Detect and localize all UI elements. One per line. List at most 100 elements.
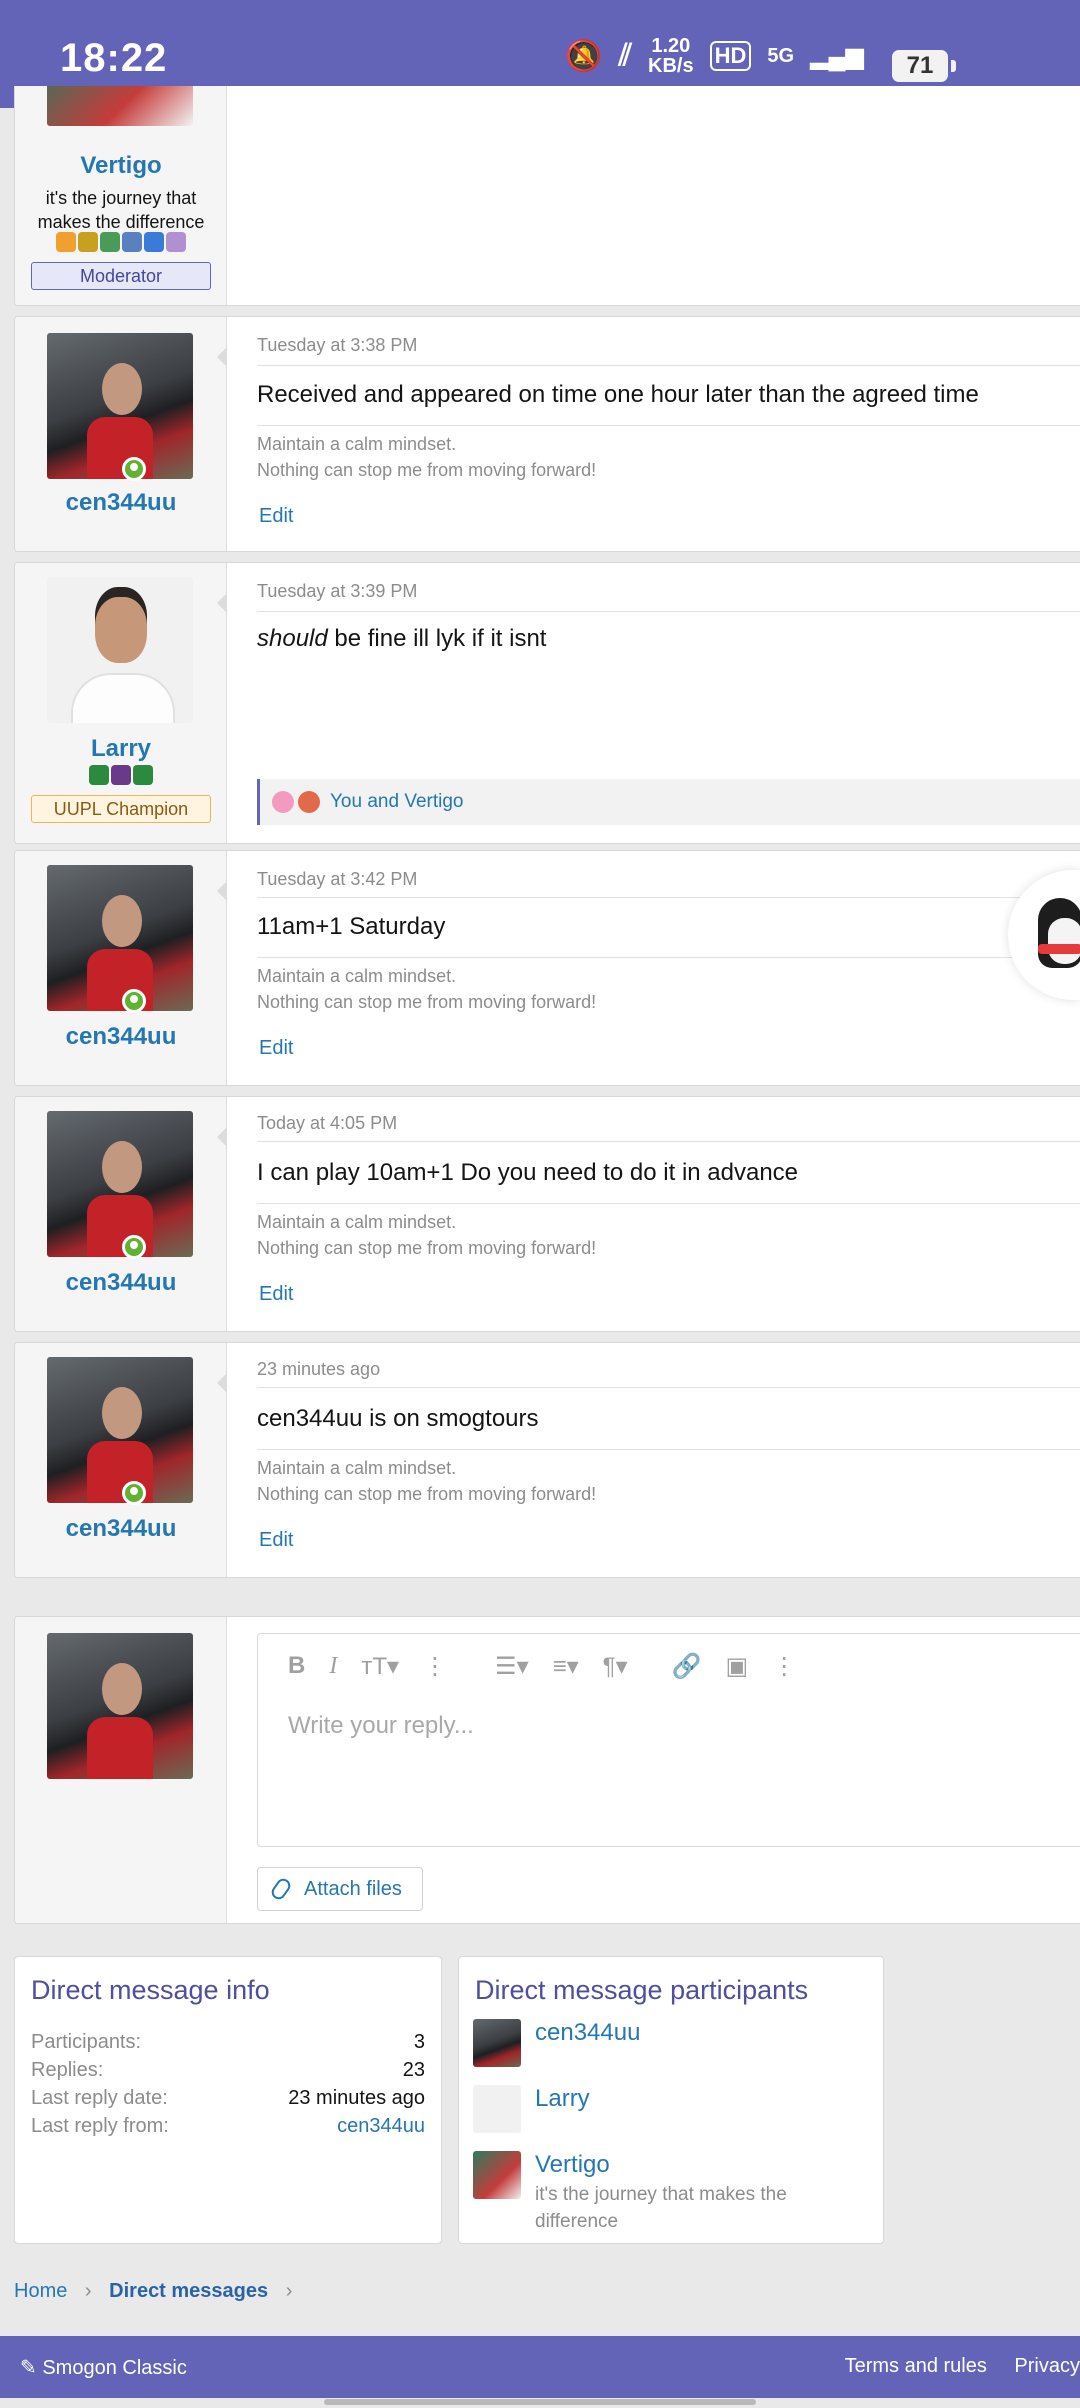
- online-indicator-icon: [122, 1481, 146, 1505]
- style-name: Smogon Classic: [42, 2357, 187, 2379]
- username[interactable]: Larry: [15, 735, 227, 763]
- message-arrow: [217, 593, 227, 613]
- breadcrumb: Home › Direct messages ›: [14, 2280, 304, 2303]
- post-body: cen344uu is on smogtours: [257, 1405, 539, 1432]
- chevron-right-icon: ›: [285, 2280, 293, 2302]
- avatar: [47, 1633, 193, 1779]
- user-badges: [15, 232, 227, 252]
- divider: [257, 1449, 1080, 1450]
- participant-name[interactable]: cen344uu: [535, 2019, 640, 2047]
- post-date[interactable]: Today at 4:05 PM: [257, 1113, 397, 1134]
- breadcrumb-direct-messages[interactable]: Direct messages: [109, 2280, 268, 2302]
- more-options-icon[interactable]: ⋮: [772, 1652, 796, 1681]
- post-message: cen344uu Tuesday at 3:42 PM 11am+1 Satur…: [14, 850, 1080, 1086]
- dm-info-title: Direct message info: [31, 1975, 270, 2005]
- avatar[interactable]: [473, 2151, 521, 2199]
- post-main: Today at 4:05 PM I can play 10am+1 Do yo…: [227, 1097, 1080, 1331]
- editor-toolbar: B I тT▾ ⋮ ☰▾ ≡▾ ¶▾ 🔗 ▣ ⋮: [258, 1634, 1080, 1698]
- edit-link[interactable]: Edit: [259, 505, 293, 528]
- divider: [257, 365, 1080, 366]
- post-user-sidebar: Vertigo it's the journey that makes the …: [15, 86, 227, 305]
- post-date[interactable]: Tuesday at 3:39 PM: [257, 581, 417, 602]
- style-chooser[interactable]: ✎ Smogon Classic: [20, 2355, 187, 2380]
- breadcrumb-home[interactable]: Home: [14, 2280, 67, 2302]
- mute-bell-icon: 🔕: [565, 39, 603, 73]
- more-options-icon[interactable]: ⋮: [423, 1652, 447, 1681]
- message-arrow: [217, 1127, 227, 1147]
- avatar[interactable]: [47, 333, 193, 479]
- signature-line: Maintain a calm mindset.: [257, 966, 457, 986]
- user-title: it's the journey that makes the differen…: [37, 188, 205, 232]
- participant-name[interactable]: Vertigo: [535, 2151, 610, 2179]
- post-message: cen344uu Tuesday at 3:38 PM Received and…: [14, 316, 1080, 552]
- post-body-emphasis: should: [257, 625, 328, 652]
- post-date[interactable]: Tuesday at 3:42 PM: [257, 869, 417, 890]
- post-date[interactable]: 23 minutes ago: [257, 1359, 380, 1380]
- username[interactable]: cen344uu: [15, 1023, 227, 1051]
- post-user-sidebar: Larry UUPL Champion: [15, 563, 227, 843]
- terms-link[interactable]: Terms and rules: [845, 2355, 987, 2377]
- post-user-sidebar: cen344uu: [15, 1097, 227, 1331]
- dm-info-row: Replies: 23: [31, 2059, 425, 2081]
- signature-line: Nothing can stop me from moving forward!: [257, 460, 597, 480]
- italic-icon[interactable]: I: [329, 1653, 337, 1680]
- reply-placeholder[interactable]: Write your reply...: [288, 1712, 474, 1740]
- hd-icon: HD: [709, 41, 752, 71]
- participant-name[interactable]: Larry: [535, 2085, 590, 2113]
- post-date[interactable]: Tuesday at 3:38 PM: [257, 335, 417, 356]
- paintbrush-icon: ✎: [20, 2357, 37, 2379]
- signature-line: Maintain a calm mindset.: [257, 434, 457, 454]
- post-user-sidebar: cen344uu: [15, 317, 227, 551]
- divider: [257, 1387, 1080, 1388]
- user-badges: [15, 765, 227, 785]
- post-main: Tuesday at 3:39 PM should be fine ill ly…: [227, 563, 1080, 843]
- reply-main: B I тT▾ ⋮ ☰▾ ≡▾ ¶▾ 🔗 ▣ ⋮ Write your repl…: [227, 1617, 1080, 1923]
- edit-link[interactable]: Edit: [259, 1529, 293, 1552]
- reaction-face-icon: [298, 791, 320, 813]
- edit-link[interactable]: Edit: [259, 1283, 293, 1306]
- username[interactable]: cen344uu: [15, 1515, 227, 1543]
- divider: [257, 897, 1080, 898]
- post-body: I can play 10am+1 Do you need to do it i…: [257, 1159, 799, 1186]
- quick-reply: B I тT▾ ⋮ ☰▾ ≡▾ ¶▾ 🔗 ▣ ⋮ Write your repl…: [14, 1616, 1080, 1924]
- avatar[interactable]: [47, 865, 193, 1011]
- reply-editor[interactable]: B I тT▾ ⋮ ☰▾ ≡▾ ¶▾ 🔗 ▣ ⋮ Write your repl…: [257, 1633, 1080, 1847]
- avatar[interactable]: [47, 86, 193, 126]
- image-icon[interactable]: ▣: [726, 1652, 749, 1681]
- bold-icon[interactable]: B: [288, 1652, 305, 1680]
- post-body: Received and appeared on time one hour l…: [257, 381, 979, 408]
- avatar[interactable]: [47, 1111, 193, 1257]
- username[interactable]: cen344uu: [15, 1269, 227, 1297]
- signature-line: Nothing can stop me from moving forward!: [257, 1484, 597, 1504]
- avatar[interactable]: [473, 2085, 521, 2133]
- attach-files-button[interactable]: Attach files: [257, 1867, 423, 1911]
- paragraph-icon[interactable]: ¶▾: [603, 1652, 628, 1681]
- username[interactable]: cen344uu: [15, 489, 227, 517]
- signature-line: Nothing can stop me from moving forward!: [257, 992, 597, 1012]
- network-type: 5G: [767, 44, 795, 67]
- reactions-users[interactable]: You and Vertigo: [330, 791, 463, 813]
- edit-link[interactable]: Edit: [259, 1037, 293, 1060]
- post-main: Tuesday at 3:42 PM 11am+1 Saturday Maint…: [227, 851, 1080, 1085]
- list-icon[interactable]: ☰▾: [495, 1652, 529, 1681]
- network-speed: 1.20 KB/s: [648, 35, 694, 77]
- status-time: 18:22: [60, 36, 168, 80]
- last-reply-user-link[interactable]: cen344uu: [337, 2115, 425, 2138]
- privacy-link[interactable]: Privacy: [1014, 2355, 1080, 2377]
- post-main: 23 minutes ago cen344uu is on smogtours …: [227, 1343, 1080, 1577]
- align-icon[interactable]: ≡▾: [553, 1652, 579, 1681]
- dm-participants-title: Direct message participants: [475, 1975, 809, 2005]
- gesture-bar[interactable]: [0, 2398, 1080, 2408]
- link-icon[interactable]: 🔗: [672, 1652, 702, 1681]
- username[interactable]: Vertigo: [15, 152, 227, 180]
- avatar[interactable]: [47, 577, 193, 723]
- text-size-icon[interactable]: тT▾: [361, 1652, 399, 1681]
- reactions-bar[interactable]: You and Vertigo: [257, 779, 1080, 825]
- signature-line: Maintain a calm mindset.: [257, 1212, 457, 1232]
- battery-indicator: 71: [892, 50, 956, 82]
- avatar[interactable]: [473, 2019, 521, 2067]
- message-arrow: [217, 881, 227, 901]
- avatar[interactable]: [47, 1357, 193, 1503]
- attach-files-label: Attach files: [304, 1878, 402, 1900]
- divider: [257, 611, 1080, 612]
